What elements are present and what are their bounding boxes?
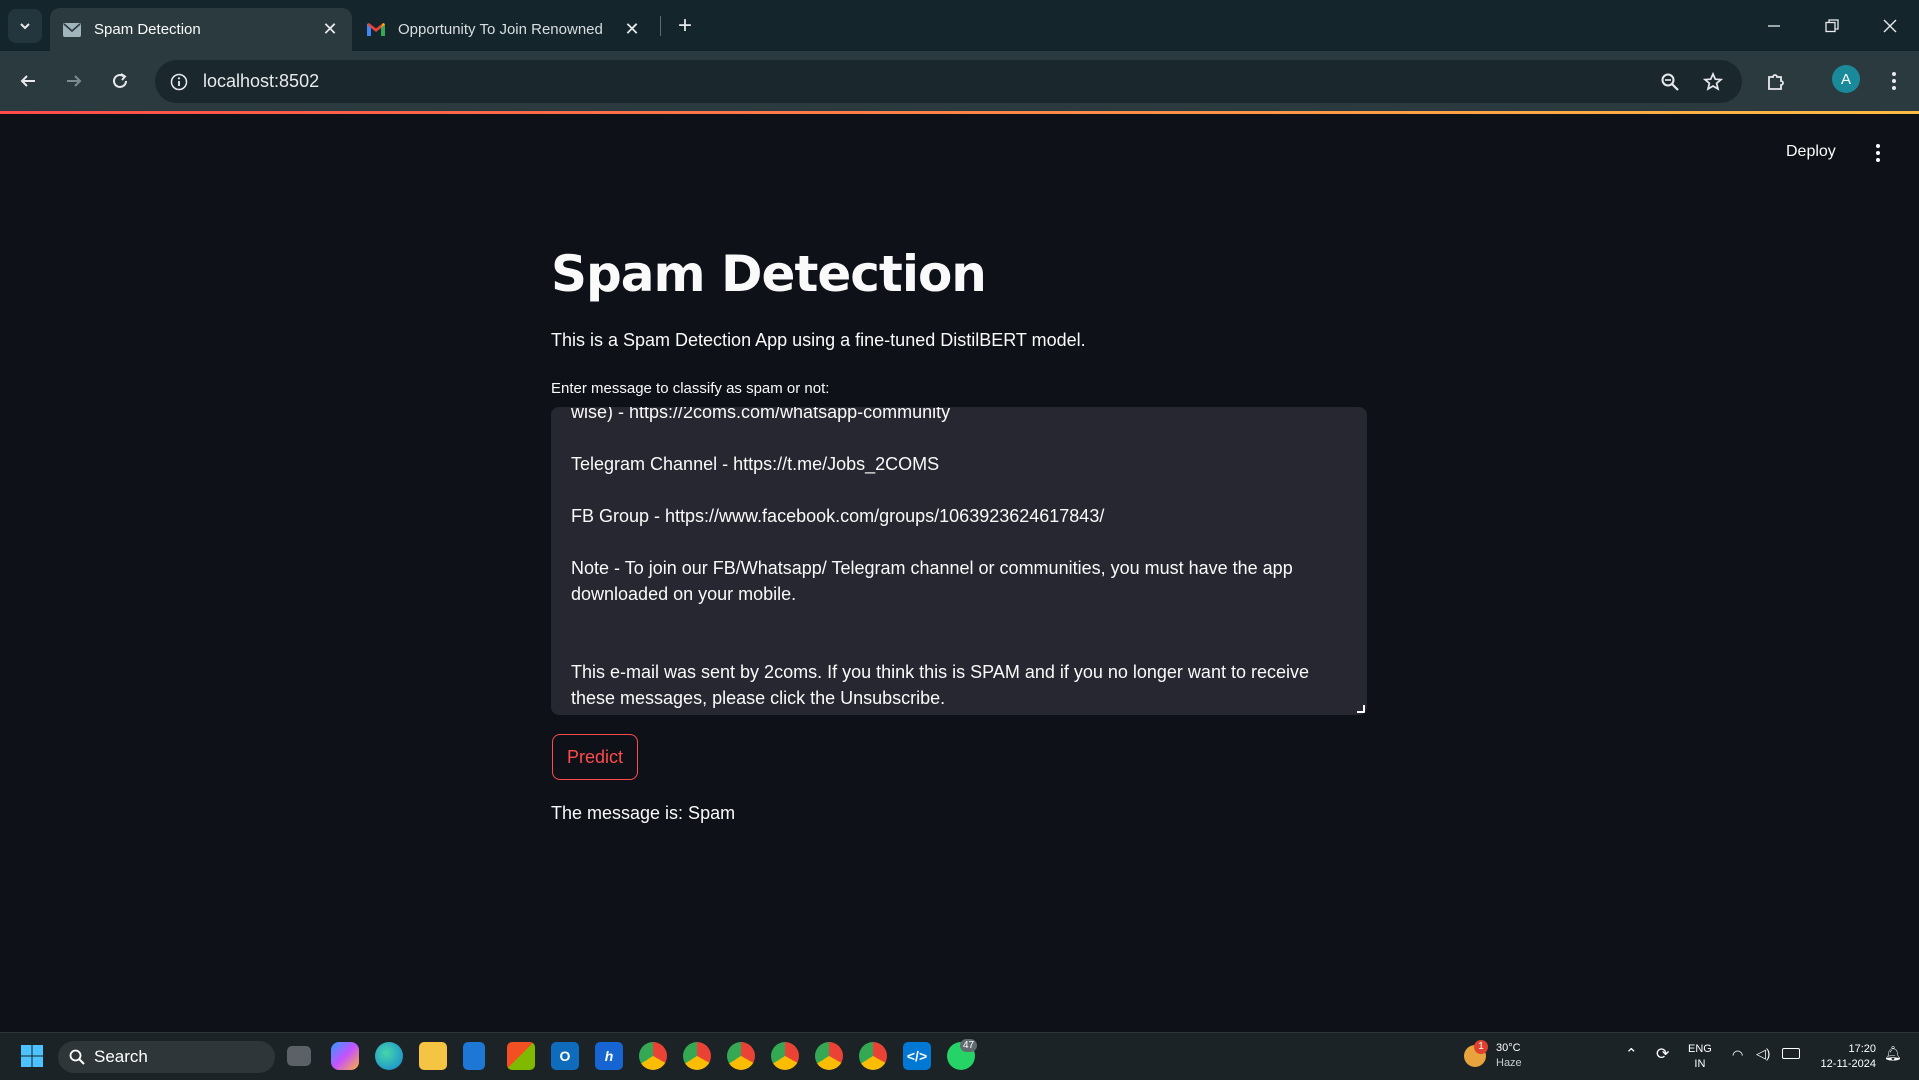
minimize-button[interactable]: [1744, 0, 1804, 51]
outlook-icon[interactable]: O: [551, 1042, 579, 1070]
chrome-icon[interactable]: [683, 1042, 711, 1070]
minimize-icon: [1768, 24, 1780, 27]
weather-widget[interactable]: 30°C Haze: [1496, 1041, 1522, 1071]
vscode-icon[interactable]: </>: [903, 1042, 931, 1070]
store-bag-icon[interactable]: [463, 1042, 485, 1070]
chrome-icon[interactable]: [771, 1042, 799, 1070]
clock[interactable]: 17:20 12-11-2024: [1812, 1042, 1876, 1072]
tab-title: Spam Detection: [94, 21, 201, 38]
message-textarea[interactable]: wise) - https://2coms.com/whatsapp-commu…: [551, 407, 1367, 715]
kebab-menu-icon: [1892, 72, 1896, 90]
arrow-right-icon: [67, 75, 82, 87]
profile-avatar[interactable]: A: [1832, 65, 1860, 93]
restore-button[interactable]: [1802, 0, 1862, 51]
extensions-button[interactable]: [1758, 63, 1794, 99]
lang-top: ENG: [1688, 1043, 1712, 1055]
tab-gmail[interactable]: Opportunity To Join Renowned ✕: [354, 8, 654, 51]
whatsapp-badge: 47: [960, 1039, 978, 1052]
file-explorer-icon[interactable]: [419, 1042, 447, 1070]
deploy-button[interactable]: Deploy: [1786, 143, 1836, 161]
forward-button[interactable]: [56, 63, 92, 99]
message-input-label: Enter message to classify as spam or not…: [551, 380, 830, 397]
weather-alert-badge: 1: [1474, 1040, 1488, 1054]
predict-button[interactable]: Predict: [552, 734, 638, 780]
close-tab-icon[interactable]: ✕: [620, 18, 644, 42]
windows-taskbar: Search O h </> 47 1 30°C Haze ⌃ ⟳ ENG IN…: [0, 1032, 1919, 1080]
chrome-icon[interactable]: [727, 1042, 755, 1070]
clock-time: 17:20: [1848, 1043, 1876, 1055]
browser-menu-button[interactable]: [1876, 63, 1912, 99]
copilot-icon[interactable]: [331, 1042, 359, 1070]
message-text: wise) - https://2coms.com/whatsapp-commu…: [571, 407, 1309, 708]
tab-title: Opportunity To Join Renowned: [398, 21, 603, 38]
page-title: Spam Detection: [551, 245, 987, 303]
tab-search-button[interactable]: [8, 9, 42, 43]
h-app-icon[interactable]: h: [595, 1042, 623, 1070]
lang-bottom: IN: [1694, 1058, 1706, 1070]
language-indicator[interactable]: ENG IN: [1688, 1042, 1712, 1072]
edge-icon[interactable]: [375, 1042, 403, 1070]
gmail-icon: [366, 20, 386, 40]
reload-button[interactable]: [102, 63, 138, 99]
sync-icon[interactable]: ⟳: [1656, 1047, 1669, 1063]
prediction-result: The message is: Spam: [551, 803, 736, 823]
restore-icon: [1825, 18, 1839, 32]
address-bar[interactable]: localhost:8502: [155, 60, 1742, 103]
weather-desc: Haze: [1496, 1057, 1522, 1069]
chevron-down-icon: [20, 23, 30, 30]
dot-icon: [1876, 158, 1880, 162]
app-header-decoration: [0, 111, 1919, 114]
app-main-menu-button[interactable]: [1868, 141, 1888, 165]
url-text: localhost:8502: [203, 71, 320, 91]
streamlit-favicon-icon: [62, 20, 82, 40]
tab-divider: [660, 16, 661, 36]
volume-icon[interactable]: ◁): [1756, 1046, 1770, 1061]
arrow-left-icon: [20, 75, 35, 87]
close-icon: [1883, 19, 1897, 32]
search-icon: [69, 1049, 85, 1065]
dot-icon: [1876, 151, 1880, 155]
windows-start-icon[interactable]: [18, 1042, 46, 1070]
battery-icon[interactable]: [1782, 1048, 1800, 1059]
chrome-icon[interactable]: [639, 1042, 667, 1070]
dot-icon: [1876, 144, 1880, 148]
chrome-icon[interactable]: [815, 1042, 843, 1070]
app-description: This is a Spam Detection App using a fin…: [551, 330, 1086, 350]
wifi-icon[interactable]: ◠: [1732, 1047, 1743, 1062]
browser-toolbar: localhost:8502 A: [0, 51, 1919, 112]
zoom-icon[interactable]: [1657, 69, 1683, 95]
close-window-button[interactable]: [1860, 0, 1919, 51]
chevron-up-icon[interactable]: ⌃: [1625, 1047, 1638, 1062]
microsoft-store-icon[interactable]: [507, 1042, 535, 1070]
clock-date: 12-11-2024: [1820, 1058, 1876, 1070]
resize-handle-icon[interactable]: [1357, 705, 1365, 713]
taskbar-search[interactable]: Search: [58, 1041, 275, 1073]
chrome-icon[interactable]: [859, 1042, 887, 1070]
tab-spam-detection[interactable]: Spam Detection ✕: [50, 8, 352, 51]
new-tab-button[interactable]: +: [670, 11, 700, 41]
search-label: Search: [94, 1047, 148, 1066]
close-tab-icon[interactable]: ✕: [318, 18, 342, 42]
weather-temp: 30°C: [1496, 1042, 1521, 1054]
task-view-icon[interactable]: [287, 1046, 311, 1066]
puzzle-icon: [1768, 74, 1784, 90]
bookmark-star-icon[interactable]: [1700, 69, 1726, 95]
site-info-icon[interactable]: [165, 68, 193, 96]
notification-bell-icon[interactable]: 🔔︎: [1884, 1046, 1902, 1061]
reload-icon: [113, 73, 127, 88]
browser-tab-strip: Spam Detection ✕ Opportunity To Join Ren…: [0, 0, 1919, 51]
back-button[interactable]: [10, 63, 46, 99]
